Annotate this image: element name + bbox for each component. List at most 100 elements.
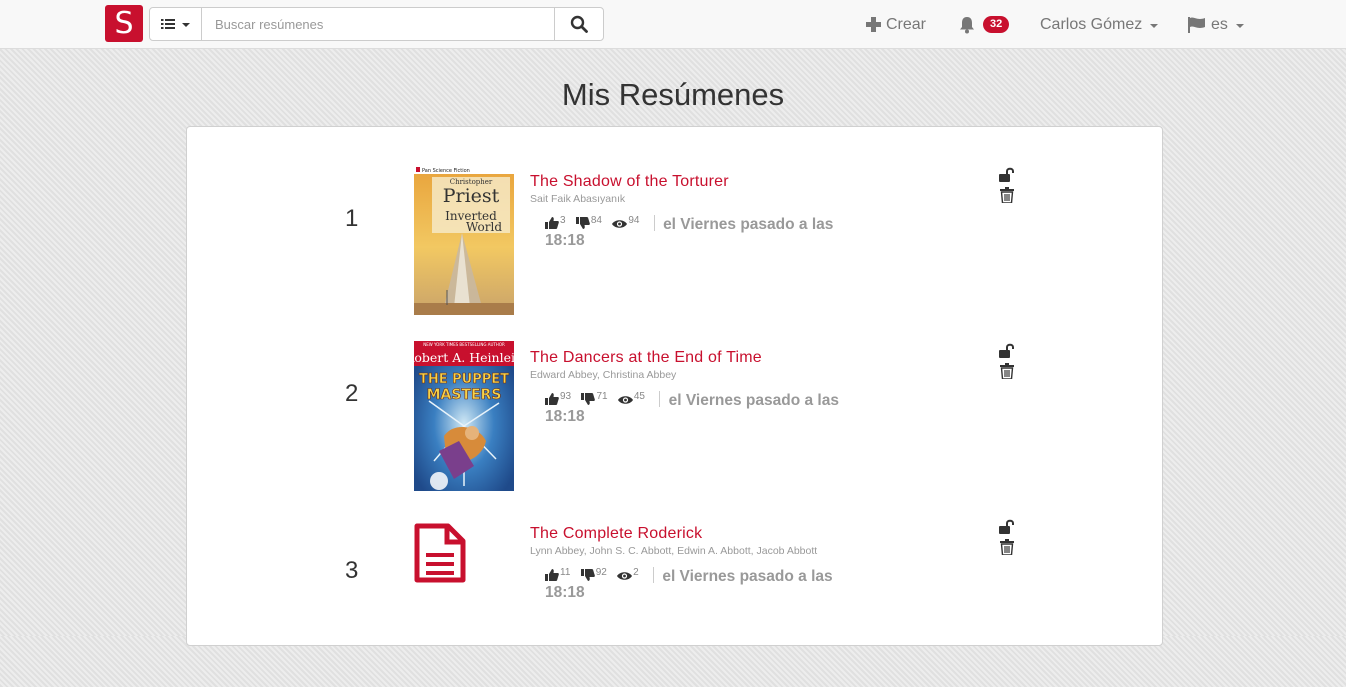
summary-row: 1 Pan Science Fiction Christopher Priest… [187, 165, 1162, 335]
chevron-down-icon [182, 23, 190, 27]
summary-row: 3 The Complete Roderick Lynn Abbey, John… [187, 517, 1162, 687]
summary-date-line2: 18:18 [545, 232, 585, 249]
dislike-count: 71 [596, 391, 608, 402]
dislike-stat[interactable]: 92 [580, 565, 607, 581]
unlock-icon [999, 343, 1014, 358]
summary-date-line1: el Viernes pasado a las [662, 568, 833, 585]
search-input[interactable] [202, 8, 554, 40]
summary-date-line1: el Viernes pasado a las [663, 216, 834, 233]
unlock-button[interactable] [997, 341, 1017, 361]
cover-author-last: Priest [443, 185, 500, 207]
delete-button[interactable] [997, 537, 1017, 557]
like-stat[interactable]: 93 [545, 389, 571, 405]
eye-icon [617, 396, 633, 404]
notifications-button[interactable]: 32 [958, 0, 1010, 49]
dislike-stat[interactable]: 71 [581, 389, 608, 405]
delete-button[interactable] [997, 361, 1017, 381]
cover-title-line1: THE PUPPET [419, 372, 509, 387]
dislike-stat[interactable]: 84 [575, 213, 602, 229]
summary-authors: Edward Abbey, Christina Abbey [530, 369, 677, 381]
eye-icon [617, 572, 633, 580]
view-count: 94 [628, 215, 640, 226]
language-menu[interactable]: es [1188, 0, 1244, 49]
view-stat: 94 [612, 213, 639, 229]
summary-date-line1: el Viernes pasado a las [668, 392, 839, 409]
trash-icon [1000, 539, 1014, 555]
stats-divider [659, 391, 661, 407]
book-cover-art: Pan Science Fiction Christopher Priest I… [414, 165, 514, 315]
row-number: 3 [345, 557, 359, 584]
unlock-icon [999, 167, 1014, 182]
chevron-down-icon [1150, 23, 1159, 28]
file-text-icon [414, 523, 466, 583]
delete-button[interactable] [997, 185, 1017, 205]
book-cover-image[interactable]: NEW YORK TIMES BESTSELLING AUTHOR Robert… [414, 341, 514, 491]
chevron-down-icon [1235, 23, 1244, 28]
summary-actions [997, 165, 1017, 205]
stats-divider [653, 215, 655, 231]
unlock-button[interactable] [997, 517, 1017, 537]
search-button[interactable] [554, 8, 603, 40]
summary-stats: 11 92 2 el Viernes pasado a las 18:18 [545, 565, 845, 601]
thumbs-up-icon [545, 569, 559, 581]
list-icon [161, 19, 175, 29]
summary-title-link[interactable]: The Shadow of the Torturer [530, 173, 729, 191]
dislike-count: 92 [595, 567, 607, 578]
page-title: Mis Resúmenes [561, 77, 785, 112]
search-filter-dropdown[interactable] [150, 8, 202, 40]
search-group [149, 7, 604, 41]
notification-count-badge: 32 [983, 16, 1010, 33]
view-count: 2 [633, 567, 639, 578]
summary-row: 2 NEW YORK TIMES BESTSELLING AUTHOR Robe… [187, 341, 1162, 511]
row-number: 1 [345, 205, 359, 232]
summary-authors: Lynn Abbey, John S. C. Abbott, Edwin A. … [530, 545, 818, 557]
create-label: Crear [886, 15, 927, 33]
thumbs-down-icon [581, 393, 596, 405]
cover-author: Robert A. Heinlein [414, 350, 514, 365]
book-cover-image[interactable]: Pan Science Fiction Christopher Priest I… [414, 165, 514, 315]
summary-date-line2: 18:18 [545, 408, 585, 425]
unlock-icon [999, 519, 1014, 534]
like-count: 3 [560, 215, 566, 226]
eye-icon [612, 220, 628, 228]
bell-icon [960, 16, 974, 33]
cover-title-line2: World [466, 220, 502, 234]
thumbs-down-icon [575, 217, 590, 229]
like-count: 11 [560, 567, 571, 578]
document-icon[interactable] [414, 523, 466, 583]
summaries-panel: 1 Pan Science Fiction Christopher Priest… [186, 126, 1163, 646]
user-menu[interactable]: Carlos Gómez [1040, 0, 1159, 49]
like-stat[interactable]: 11 [545, 565, 570, 581]
top-navbar: S Crear 32 Carlos [0, 0, 1346, 49]
like-stat[interactable]: 3 [545, 213, 566, 229]
app-logo[interactable]: S [105, 5, 143, 42]
language-label: es [1211, 15, 1228, 33]
unlock-button[interactable] [997, 165, 1017, 185]
dislike-count: 84 [590, 215, 602, 226]
flag-icon [1188, 16, 1205, 33]
summary-stats: 93 71 45 el Viernes pasado a las 18:18 [545, 389, 845, 425]
thumbs-down-icon [580, 569, 595, 581]
thumbs-up-icon [545, 217, 559, 229]
stats-divider [653, 567, 655, 583]
summary-actions [997, 517, 1017, 557]
trash-icon [1000, 363, 1014, 379]
user-name: Carlos Gómez [1040, 15, 1143, 33]
view-stat: 2 [617, 565, 639, 581]
row-number: 2 [345, 380, 359, 407]
book-cover-art: NEW YORK TIMES BESTSELLING AUTHOR Robert… [414, 341, 514, 491]
like-count: 93 [560, 391, 572, 402]
summary-title-link[interactable]: The Complete Roderick [530, 525, 702, 543]
summary-title-link[interactable]: The Dancers at the End of Time [530, 349, 762, 367]
cover-title-line2: MASTERS [427, 387, 502, 403]
summary-authors: Sait Faik Abasıyanık [530, 193, 626, 205]
plus-icon [866, 17, 881, 32]
view-stat: 45 [617, 389, 645, 405]
search-icon [570, 15, 588, 33]
summary-stats: 3 84 94 el Viernes pasado a las 18:18 [545, 213, 845, 249]
summary-date-line2: 18:18 [545, 584, 585, 601]
view-count: 45 [633, 391, 645, 402]
trash-icon [1000, 187, 1014, 203]
cover-publisher-text: Pan Science Fiction [422, 168, 470, 174]
create-button[interactable]: Crear [866, 0, 926, 49]
